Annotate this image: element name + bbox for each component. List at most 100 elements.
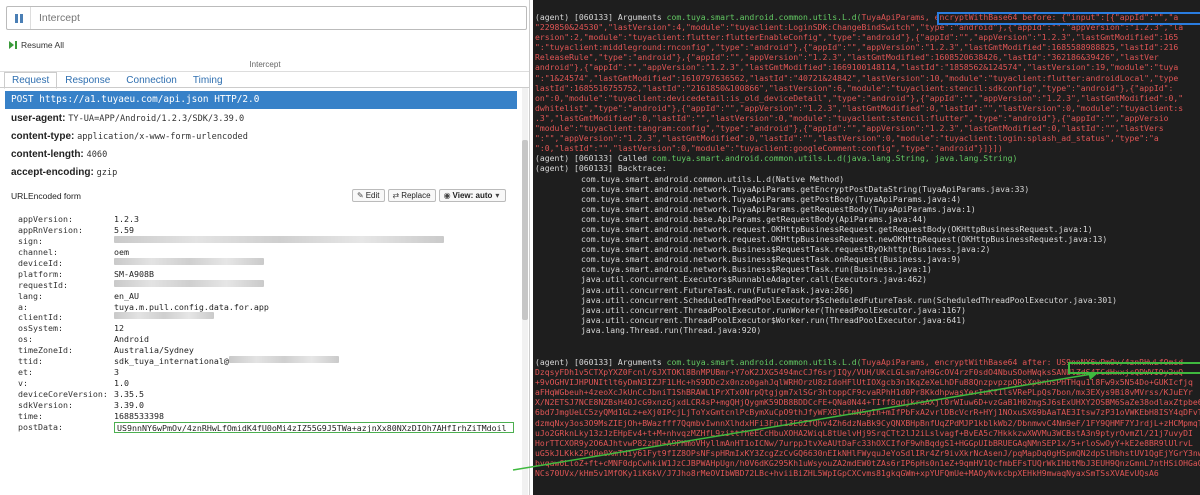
request-line[interactable]: POST https://a1.tuyaeu.com/api.json HTTP…: [5, 91, 517, 109]
base64-output-line: aFHqWGbeuh+4zeoXcJkUnCcJbniT1ShBRAWLlPrX…: [535, 387, 1193, 398]
header-row[interactable]: accept-encoding: gzip: [11, 167, 117, 178]
param-key: os:: [18, 334, 33, 345]
json-output-line: ":"","appVersion":"1.2.3","lastGmtModifi…: [535, 133, 1159, 144]
resume-all-label: Resume All: [21, 40, 64, 50]
json-output-line: android"},{"appId":"","appVersion":"1.2.…: [535, 62, 1179, 73]
backtrace-line: java.util.concurrent.ScheduledThreadPool…: [581, 294, 1118, 305]
param-value: 1.0: [114, 378, 129, 389]
param-key: appVersion:: [18, 214, 73, 224]
param-key: sign:: [18, 235, 43, 246]
base64-output-block: DzqsyFDh1v5CTXpYXZ0Fcnl/6JXTOKl8BnMPUBmr…: [533, 367, 1200, 478]
log-prefix: (agent) [060133] Called: [535, 153, 652, 164]
param-row[interactable]: clientId:: [18, 312, 514, 323]
backtrace-line: com.tuya.smart.android.common.utils.L.d(…: [581, 173, 845, 184]
backtrace-line: com.tuya.smart.android.network.TuyaApiPa…: [581, 183, 1030, 194]
header-row[interactable]: content-type: application/x-www-form-url…: [11, 131, 248, 142]
backtrace-line: com.tuya.smart.android.base.ApiParams.ge…: [581, 213, 927, 224]
view-icon: ◉: [443, 191, 451, 200]
header-key: content-length:: [11, 149, 84, 160]
header-row[interactable]: user-agent: TY-UA=APP/Android/1.2.3/SDK/…: [11, 113, 244, 124]
header-row[interactable]: content-length: 4060: [11, 149, 107, 160]
param-row[interactable]: ttid: sdk_tuya_international@: [18, 356, 514, 367]
intercept-filter-input[interactable]: [31, 12, 511, 24]
param-row[interactable]: a: tuya.m.pull.config.data.for.app: [18, 302, 514, 313]
param-row[interactable]: timeZoneId: Australia/Sydney: [18, 345, 514, 356]
param-value: Android: [114, 334, 149, 345]
param-row[interactable]: lang: en_AU: [18, 291, 514, 302]
backtrace-block: com.tuya.smart.android.common.utils.L.d(…: [533, 174, 1200, 336]
param-row[interactable]: deviceId:: [18, 257, 514, 269]
header-value: TY-UA=APP/Android/1.2.3/SDK/3.39.0: [68, 114, 245, 124]
terminal-spacer: [533, 335, 1200, 357]
json-output-block: "229850&24530","lastVersion":4,"module":…: [533, 22, 1200, 153]
json-output-line: on":0,"module":"tuyaclient:devicedetail:…: [535, 92, 1184, 103]
param-key: osSystem:: [18, 323, 63, 334]
header-key: user-agent:: [11, 113, 66, 124]
json-output-line: dwhitelist","type":"android"},{"appId":"…: [535, 102, 1184, 113]
param-value: Australia/Sydney: [114, 345, 194, 356]
json-output-line: ":"1&24574","lastGmtModified":1610797636…: [535, 72, 1179, 83]
base64-output-line: bvqaw6LloZ+ft+cMNF0dpCwhkiW1JzCJBPWAHpUg…: [535, 457, 1200, 468]
param-row[interactable]: et: 3: [18, 367, 514, 378]
param-value: 3: [114, 367, 119, 378]
postdata-value[interactable]: US9nnNY6wPmOv/4znRHwLfOmidK4fU0oMi4zIZ55…: [114, 421, 514, 433]
param-row[interactable]: postData: US9nnNY6wPmOv/4znRHwLfOmidK4fU0…: [18, 421, 514, 433]
param-key: requestId:: [18, 279, 68, 290]
scrollbar-thumb[interactable]: [522, 140, 528, 320]
param-row[interactable]: sdkVersion: 3.39.0: [18, 400, 514, 411]
param-row[interactable]: time: 1688533398: [18, 411, 514, 422]
param-row[interactable]: deviceCoreVersion: 3.35.5: [18, 389, 514, 400]
base64-output-line: +9vOGHVIJHPUNItlt6yDmN3IZJF1LHc+hS9DDc2x…: [535, 377, 1193, 388]
backtrace-line: com.tuya.smart.android.network.request.O…: [581, 223, 1093, 234]
param-key: appRnVersion:: [18, 224, 83, 235]
param-key: timeZoneId:: [18, 345, 73, 356]
param-row[interactable]: osSystem: 12: [18, 323, 514, 334]
resume-all-button[interactable]: Resume All: [9, 40, 64, 50]
view-mode-select[interactable]: ◉ View: auto ▾: [438, 189, 507, 202]
param-row[interactable]: os: Android: [18, 334, 514, 345]
param-row[interactable]: channel: oem: [18, 247, 514, 258]
base64-output-line: HorTTCXOR9y2O6AJhtvwP82zHD+A9PHmoVHyllmA…: [535, 437, 1193, 448]
form-toolbar: ✎ Edit ⇄ Replace ◉ View: auto ▾: [352, 189, 507, 202]
param-key: a:: [18, 301, 28, 312]
param-row[interactable]: appVersion: 1.2.3: [18, 214, 514, 225]
param-value: 3.39.0: [114, 399, 144, 410]
redacted-value: [114, 312, 214, 320]
replace-icon: ⇄: [392, 191, 400, 200]
param-value: 12: [114, 323, 124, 334]
terminal-line: (agent) [060133] Backtrace:: [533, 163, 1200, 173]
edit-label: Edit: [365, 191, 380, 200]
json-output-line: ersion":2,"module":"tuyaclient:flutter:f…: [535, 32, 1179, 43]
param-key: time:: [18, 410, 43, 421]
redacted-value: [114, 279, 264, 287]
redacted-value: [114, 257, 264, 265]
backtrace-line: java.util.concurrent.FutureTask.run(Futu…: [581, 284, 854, 295]
backtrace-line: java.util.concurrent.ThreadPoolExecutor$…: [581, 314, 966, 325]
backtrace-line: com.tuya.smart.android.network.request.O…: [581, 234, 1108, 245]
param-row[interactable]: requestId:: [18, 279, 514, 291]
header-value: gzip: [96, 168, 118, 178]
pause-icon[interactable]: [7, 7, 31, 29]
log-prefix: (agent) [060133] Backtrace:: [535, 163, 667, 174]
param-row[interactable]: platform: SM-A908B: [18, 269, 514, 280]
param-row[interactable]: v: 1.0: [18, 378, 514, 389]
param-row[interactable]: appRnVersion: 5.59: [18, 225, 514, 236]
form-params-list: appVersion: 1.2.3 appRnVersion: 5.59 sign:…: [18, 214, 514, 433]
urlencoded-form-title: URLEncoded form: [11, 191, 81, 201]
chevron-down-icon: ▾: [495, 191, 500, 200]
param-row[interactable]: sign:: [18, 235, 514, 247]
play-bar-icon: [15, 41, 17, 49]
param-key: ttid:: [18, 356, 43, 367]
backtrace-line: java.util.concurrent.Executors$RunnableA…: [581, 274, 927, 285]
base64-output-line: 6bd7JmgUeLC5zyQMd1GLz+eXj0IPcjLjToYxGmtc…: [535, 407, 1200, 418]
intercept-section-label: Intercept: [0, 60, 529, 72]
replace-label: Replace: [401, 191, 431, 200]
view-mode-label: View: auto: [452, 191, 493, 200]
backtrace-line: java.lang.Thread.run(Thread.java:920): [581, 324, 762, 335]
param-key: deviceCoreVersion:: [18, 389, 108, 399]
replace-button[interactable]: ⇄ Replace: [387, 189, 436, 202]
base64-output-line: NCs70UVx/kHm5v1MfOKy1iK6kV/J7Jho8rMeOVIb…: [535, 468, 1159, 479]
edit-button[interactable]: ✎ Edit: [352, 189, 385, 202]
backtrace-line: com.tuya.smart.android.network.Business$…: [581, 244, 991, 255]
param-key: platform:: [18, 268, 63, 279]
